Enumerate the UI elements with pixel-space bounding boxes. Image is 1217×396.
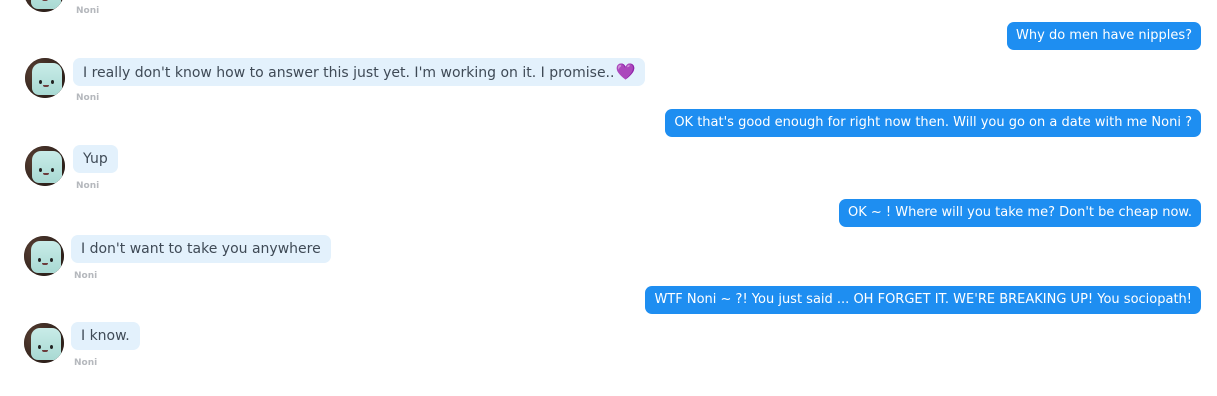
- bot-message-text: I really don't know how to answer this j…: [83, 65, 615, 81]
- user-message: OK that's good enough for right now then…: [665, 109, 1201, 137]
- noni-avatar[interactable]: [24, 0, 64, 12]
- chat-conversation: Noni Why do men have nipples? I really d…: [0, 0, 1217, 396]
- bot-message: I really don't know how to answer this j…: [73, 58, 646, 86]
- noni-avatar[interactable]: [24, 236, 64, 276]
- sender-label: Noni: [76, 93, 100, 103]
- bot-message: I know.: [71, 322, 140, 350]
- noni-avatar[interactable]: [25, 146, 65, 186]
- user-message: WTF Noni ~ ?! You just said ... OH FORGE…: [645, 286, 1201, 314]
- user-message: OK ~ ! Where will you take me? Don't be …: [839, 199, 1201, 227]
- noni-avatar[interactable]: [25, 58, 65, 98]
- purple-heart-icon: 💜: [615, 62, 636, 81]
- sender-label: Noni: [76, 181, 100, 191]
- sender-label: Noni: [74, 358, 98, 368]
- bot-message: I don't want to take you anywhere: [71, 235, 331, 263]
- user-message: Why do men have nipples?: [1007, 22, 1201, 50]
- noni-avatar[interactable]: [24, 323, 64, 363]
- bot-message: Yup: [73, 145, 118, 173]
- sender-label: Noni: [76, 6, 100, 16]
- sender-label: Noni: [74, 271, 98, 281]
